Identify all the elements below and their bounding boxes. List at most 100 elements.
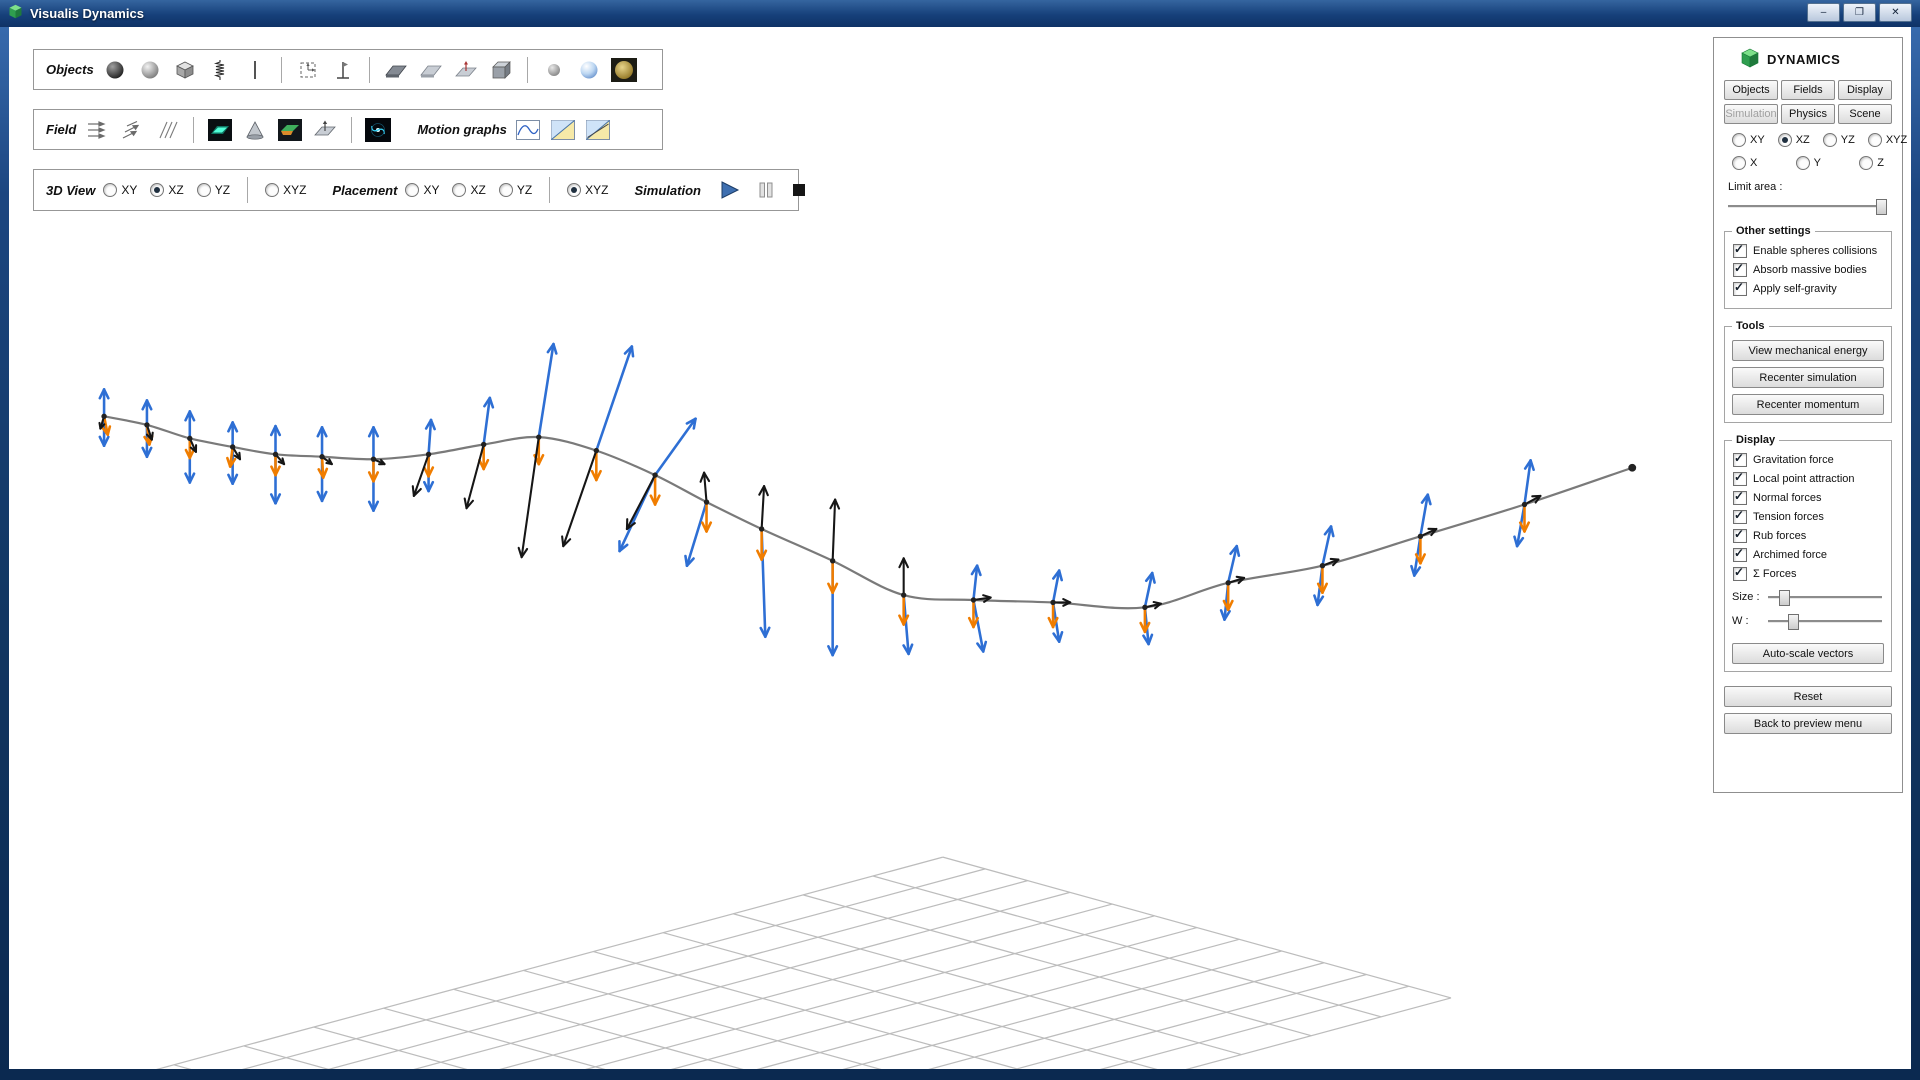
radio-placement-xyz[interactable]: XYZ: [567, 183, 608, 197]
checkbox-label: Σ Forces: [1753, 568, 1796, 580]
tab-simulation[interactable]: Simulation: [1724, 104, 1778, 124]
radio-axis-y[interactable]: Y: [1796, 156, 1821, 170]
recenter-momentum-button[interactable]: Recenter momentum: [1732, 394, 1884, 415]
checkbox-icon: [1733, 567, 1747, 581]
radio-view-xy[interactable]: XY: [103, 183, 137, 197]
slider-thumb[interactable]: [1788, 614, 1799, 630]
field-arrows-icon[interactable]: [84, 117, 110, 143]
spring-icon[interactable]: [207, 57, 233, 83]
radio-label: XYZ: [585, 183, 608, 197]
radio-placement-yz[interactable]: YZ: [499, 183, 532, 197]
back-to-preview-menu-button[interactable]: Back to preview menu: [1724, 713, 1892, 734]
plane-arrow-icon[interactable]: [453, 57, 479, 83]
radio-view-xz[interactable]: XZ: [150, 183, 183, 197]
tab-objects[interactable]: Objects: [1724, 80, 1778, 100]
radio-placement-xy[interactable]: XY: [405, 183, 439, 197]
size-slider[interactable]: [1768, 589, 1882, 605]
checkbox-tension-forces[interactable]: Tension forces: [1733, 510, 1883, 524]
radio-label: Y: [1814, 157, 1821, 169]
checkbox-local-point-attraction[interactable]: Local point attraction: [1733, 472, 1883, 486]
field-galaxy-icon[interactable]: [365, 117, 391, 143]
maximize-button[interactable]: ❐: [1843, 3, 1876, 22]
sphere-dark-icon[interactable]: [102, 57, 128, 83]
group-title: Display: [1732, 434, 1779, 446]
auto-scale-vectors-button[interactable]: Auto-scale vectors: [1732, 643, 1884, 664]
view-mechanical-energy-button[interactable]: View mechanical energy: [1732, 340, 1884, 361]
tab-scene[interactable]: Scene: [1838, 104, 1892, 124]
limit-area-slider[interactable]: [1728, 198, 1886, 214]
radio-plane-xz[interactable]: XZ: [1778, 133, 1810, 147]
checkbox-absorb-massive-bodies[interactable]: Absorb massive bodies: [1733, 263, 1883, 277]
checkbox-icon: [1733, 263, 1747, 277]
cube-icon[interactable]: [172, 57, 198, 83]
checkbox-icon: [1733, 510, 1747, 524]
sphere-textured-icon[interactable]: [611, 57, 637, 83]
checkbox-enable-spheres-collisions[interactable]: Enable spheres collisions: [1733, 244, 1883, 258]
plane-radio-group: XYXZYZXYZ: [1724, 133, 1892, 147]
w-slider[interactable]: [1768, 613, 1882, 629]
checkbox-icon: [1733, 244, 1747, 258]
radio-label: XYZ: [1886, 134, 1907, 146]
tab-display[interactable]: Display: [1838, 80, 1892, 100]
play-button[interactable]: [719, 181, 741, 199]
window-titlebar[interactable]: Visualis Dynamics – ❐ ✕: [0, 0, 1920, 27]
graph-curve-icon[interactable]: [515, 117, 541, 143]
wall-block-icon[interactable]: [488, 57, 514, 83]
rod-icon[interactable]: [242, 57, 268, 83]
field-plane-green-icon[interactable]: [207, 117, 233, 143]
close-button[interactable]: ✕: [1879, 3, 1912, 22]
stop-button[interactable]: [791, 182, 807, 198]
minimize-button[interactable]: –: [1807, 3, 1840, 22]
radio-view-xyz[interactable]: XYZ: [265, 183, 306, 197]
radio-plane-xy[interactable]: XY: [1732, 133, 1765, 147]
checkbox-rub-forces[interactable]: Rub forces: [1733, 529, 1883, 543]
checkbox-forces[interactable]: Σ Forces: [1733, 567, 1883, 581]
tab-fields[interactable]: Fields: [1781, 80, 1835, 100]
radio-plane-yz[interactable]: YZ: [1823, 133, 1855, 147]
slider-thumb[interactable]: [1779, 590, 1790, 606]
toolbar-separator: [281, 57, 282, 83]
field-toolbar-label: Field: [46, 122, 76, 137]
placement-label: Placement: [332, 183, 397, 198]
sphere-gray-icon[interactable]: [137, 57, 163, 83]
radio-axis-z[interactable]: Z: [1859, 156, 1884, 170]
radio-placement-xz[interactable]: XZ: [452, 183, 485, 197]
checkbox-gravitation-force[interactable]: Gravitation force: [1733, 453, 1883, 467]
radio-icon: [1778, 133, 1792, 147]
reset-button[interactable]: Reset: [1724, 686, 1892, 707]
sphere-small-icon[interactable]: [541, 57, 567, 83]
slider-track: [1728, 205, 1886, 208]
tab-physics[interactable]: Physics: [1781, 104, 1835, 124]
radio-view-yz[interactable]: YZ: [197, 183, 230, 197]
radio-plane-xyz[interactable]: XYZ: [1868, 133, 1907, 147]
graph-area-icon[interactable]: [550, 117, 576, 143]
graph-line-icon[interactable]: [585, 117, 611, 143]
view-label: 3D View: [46, 183, 95, 198]
checkbox-apply-self-gravity[interactable]: Apply self-gravity: [1733, 282, 1883, 296]
recenter-simulation-button[interactable]: Recenter simulation: [1732, 367, 1884, 388]
radio-label: XY: [1750, 134, 1765, 146]
sphere-glossy-icon[interactable]: [576, 57, 602, 83]
inclined-plane-dark-icon[interactable]: [383, 57, 409, 83]
field-toolbar: Field Motion graphs: [33, 109, 663, 150]
checkbox-normal-forces[interactable]: Normal forces: [1733, 491, 1883, 505]
pause-button[interactable]: [757, 181, 775, 199]
settings-panel: DYNAMICS Objects Fields Display Simulati…: [1713, 37, 1903, 793]
checkbox-label: Archimed force: [1753, 549, 1827, 561]
radio-axis-x[interactable]: X: [1732, 156, 1757, 170]
field-lines-icon[interactable]: [154, 117, 180, 143]
slider-thumb[interactable]: [1876, 199, 1887, 215]
radio-label: XZ: [470, 183, 485, 197]
selection-frame-icon[interactable]: [295, 57, 321, 83]
field-cone-icon[interactable]: [242, 117, 268, 143]
motion-graphs-icon-row: [515, 117, 611, 143]
checkbox-archimed-force[interactable]: Archimed force: [1733, 548, 1883, 562]
display-group: Display Gravitation force Local point att…: [1724, 434, 1892, 672]
radio-label: Z: [1877, 157, 1884, 169]
field-plane-arrow-icon[interactable]: [312, 117, 338, 143]
field-plane-orange-icon[interactable]: [277, 117, 303, 143]
field-arrows-tilt-icon[interactable]: [119, 117, 145, 143]
field-icon-row: [84, 117, 391, 143]
measuring-pole-icon[interactable]: [330, 57, 356, 83]
inclined-plane-light-icon[interactable]: [418, 57, 444, 83]
